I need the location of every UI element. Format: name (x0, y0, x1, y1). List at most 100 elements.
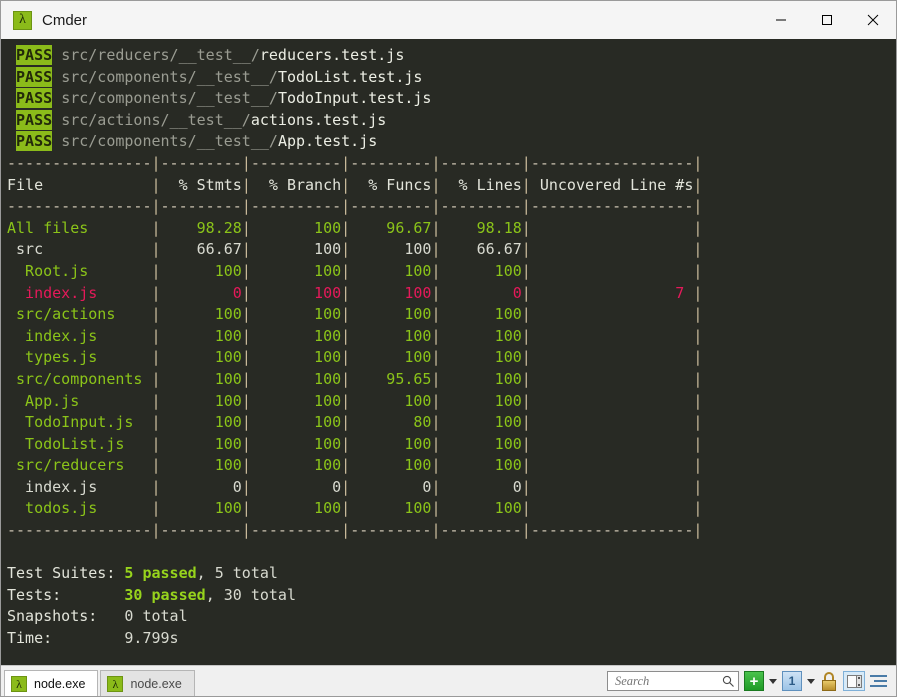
column-divider: | (151, 153, 161, 172)
column-divider: | (151, 197, 161, 216)
column-divider: | (241, 175, 251, 194)
summary-label: Snapshots: (7, 607, 125, 626)
summary-line: Tests: 30 passed, 30 total (7, 585, 896, 607)
test-file: TodoInput.test.js (277, 89, 432, 108)
row-funcs: 95.65 (350, 369, 432, 388)
row-file: src (7, 240, 152, 259)
column-divider: | (431, 369, 441, 388)
search-input[interactable] (613, 672, 722, 690)
lock-icon[interactable] (820, 671, 838, 691)
column-divider: | (241, 413, 251, 432)
console-tab[interactable]: λ node.exe (4, 670, 99, 696)
table-row: src | 66.67| 100| 100| 66.67| | (7, 239, 896, 261)
row-funcs: 80 (350, 413, 432, 432)
row-funcs: 100 (350, 261, 432, 280)
separator-dashes: --------- (160, 153, 242, 172)
summary-passed: 30 passed (124, 585, 206, 604)
separator-dashes: ------------------ (530, 521, 694, 540)
test-result-line: PASS src/reducers/__test__/reducers.test… (7, 45, 896, 67)
column-divider: | (693, 477, 703, 496)
test-path: src/components/__test__/ (61, 67, 278, 86)
separator-dashes: ------------------ (530, 153, 694, 172)
row-stmts: 100 (160, 391, 242, 410)
column-divider: | (241, 218, 251, 237)
row-funcs: 96.67 (350, 218, 432, 237)
column-divider: | (151, 261, 161, 280)
column-header: % Lines (440, 175, 522, 194)
table-row: src/actions | 100| 100| 100| 100| | (7, 304, 896, 326)
row-lines: 100 (440, 456, 522, 475)
table-separator: ----------------|---------|----------|--… (7, 153, 896, 175)
row-funcs: 100 (350, 240, 432, 259)
separator-dashes: ---------------- (7, 153, 152, 172)
row-branch: 100 (250, 348, 342, 367)
new-console-button[interactable]: + (744, 671, 764, 691)
close-button[interactable] (850, 1, 896, 39)
test-path: src/actions/__test__/ (61, 110, 251, 129)
status-badge: PASS (16, 45, 53, 65)
column-divider: | (521, 326, 531, 345)
hamburger-menu-icon[interactable] (870, 671, 890, 691)
console-tab[interactable]: λ node.exe (100, 670, 195, 696)
status-bar: λ node.exe λ node.exe + 1 (1, 665, 896, 696)
column-divider: | (693, 175, 703, 194)
terminal-output[interactable]: PASS src/reducers/__test__/reducers.test… (1, 39, 896, 665)
summary-line: Time: 9.799s (7, 628, 896, 650)
column-divider: | (431, 521, 441, 540)
column-divider: | (241, 326, 251, 345)
table-row: src/reducers | 100| 100| 100| 100| | (7, 455, 896, 477)
column-divider: | (151, 499, 161, 518)
row-branch: 100 (250, 369, 342, 388)
column-divider: | (341, 261, 351, 280)
row-uncovered (531, 262, 694, 280)
column-divider: | (341, 391, 351, 410)
row-branch: 0 (250, 477, 342, 496)
minimize-button[interactable] (758, 1, 804, 39)
column-divider: | (693, 391, 703, 410)
summary-passed: 5 passed (124, 564, 197, 583)
split-dot (857, 683, 860, 686)
separator-dashes: --------- (160, 197, 242, 216)
column-divider: | (521, 261, 531, 280)
table-row: TodoList.js | 100| 100| 100| 100| | (7, 434, 896, 456)
row-uncovered (531, 305, 694, 323)
summary-line: Test Suites: 5 passed, 5 total (7, 563, 896, 585)
row-file: todos.js (7, 499, 152, 518)
split-dot (857, 676, 860, 679)
cmder-window: λ Cmder PASS src/reducers/__test__/reduc… (0, 0, 897, 697)
table-row: index.js | 0| 0| 0| 0| | (7, 477, 896, 499)
row-file: Root.js (7, 261, 152, 280)
table-separator: ----------------|---------|----------|--… (7, 196, 896, 218)
console-tab-label: node.exe (34, 676, 86, 691)
column-divider: | (431, 197, 441, 216)
search-box[interactable] (607, 671, 739, 691)
summary-rest: 0 total (124, 607, 188, 626)
column-divider: | (151, 434, 161, 453)
column-divider: | (341, 305, 351, 324)
test-file: TodoList.test.js (277, 67, 423, 86)
column-divider: | (521, 521, 531, 540)
row-branch: 100 (250, 305, 342, 324)
column-divider: | (241, 456, 251, 475)
table-header-row: File | % Stmts| % Branch| % Funcs| % Lin… (7, 175, 896, 197)
split-pane-icon[interactable] (843, 671, 865, 691)
row-lines: 100 (440, 261, 522, 280)
column-divider: | (693, 413, 703, 432)
row-stmts: 100 (160, 499, 242, 518)
row-funcs: 100 (350, 348, 432, 367)
row-lines: 100 (440, 391, 522, 410)
separator-dashes: ---------------- (7, 197, 152, 216)
new-console-chevron-down-icon[interactable] (769, 678, 777, 684)
maximize-button[interactable] (804, 1, 850, 39)
column-divider: | (431, 240, 441, 259)
column-divider: | (693, 521, 703, 540)
active-console-button[interactable]: 1 (782, 671, 802, 691)
table-row: TodoInput.js | 100| 100| 80| 100| | (7, 412, 896, 434)
column-divider: | (151, 369, 161, 388)
row-branch: 100 (250, 261, 342, 280)
row-stmts: 100 (160, 305, 242, 324)
console-list-chevron-down-icon[interactable] (807, 678, 815, 684)
row-stmts: 100 (160, 326, 242, 345)
test-file: actions.test.js (250, 110, 387, 129)
column-divider: | (693, 261, 703, 280)
